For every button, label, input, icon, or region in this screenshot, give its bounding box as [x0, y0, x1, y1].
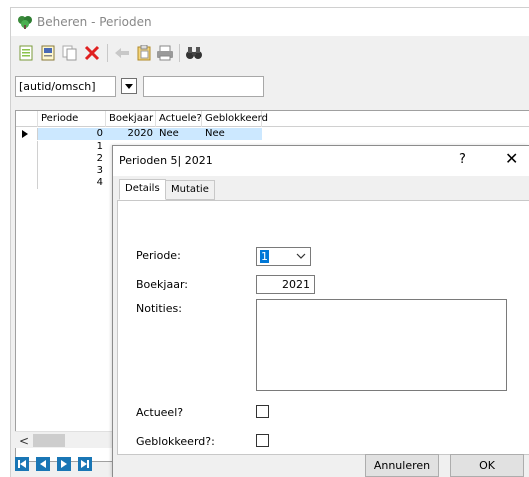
clipboard-icon[interactable] [135, 44, 153, 62]
grid-header: Periode Boekjaar Actuele? Geblokkeerd [16, 111, 529, 127]
chevron-down-icon [125, 83, 133, 89]
new-document-icon[interactable] [17, 44, 35, 62]
geblokkeerd-checkbox[interactable] [256, 434, 269, 447]
properties-icon[interactable] [39, 44, 57, 62]
notities-label: Notities: [136, 302, 182, 315]
chevron-down-icon [296, 253, 306, 259]
table-row[interactable]: 0 2020 Nee Nee [16, 128, 529, 140]
cancel-button[interactable]: Annuleren [365, 454, 439, 477]
scroll-thumb[interactable] [33, 434, 65, 447]
column-header-geblokkeerd[interactable]: Geblokkeerd [202, 111, 268, 127]
geblokkeerd-label: Geblokkeerd?: [136, 435, 215, 448]
period-dialog: Perioden 5| 2021 ? ✕ Details Mutatie Per… [112, 145, 529, 477]
actueel-checkbox[interactable] [256, 405, 269, 418]
periode-value: 1 [260, 250, 269, 263]
tab-details[interactable]: Details [119, 179, 166, 200]
periode-label: Periode: [136, 249, 181, 262]
close-button[interactable]: ✕ [505, 149, 518, 168]
filter-field-select[interactable]: [autid/omsch] [15, 76, 116, 97]
tab-mutatie[interactable]: Mutatie [165, 180, 215, 200]
print-icon[interactable] [156, 44, 174, 62]
help-button[interactable]: ? [459, 152, 466, 167]
delete-icon[interactable] [83, 44, 101, 62]
first-record-button[interactable] [15, 457, 29, 471]
last-record-button[interactable] [78, 457, 92, 471]
copy-icon[interactable] [61, 44, 79, 62]
boekjaar-input[interactable]: 2021 [256, 275, 315, 294]
cell-boekjaar: 2020 [106, 128, 156, 140]
cell-periode: 3 [96, 165, 103, 176]
tree-icon [18, 16, 32, 29]
cell-actuele: Nee [156, 128, 202, 140]
previous-record-button[interactable] [36, 457, 50, 471]
column-header-actuele[interactable]: Actuele? [156, 111, 202, 127]
first-icon [18, 460, 26, 468]
back-icon[interactable] [113, 44, 131, 62]
next-record-button[interactable] [57, 457, 71, 471]
actueel-label: Actueel? [136, 406, 184, 419]
cell-geblokkeerd: Nee [202, 128, 262, 140]
column-header-boekjaar[interactable]: Boekjaar [106, 111, 156, 127]
scroll-left-arrow[interactable]: < [17, 434, 31, 448]
details-panel: Periode: 1 Boekjaar: 2021 Notities: Actu… [117, 200, 529, 455]
current-row-indicator [16, 128, 38, 140]
dialog-body: Details Mutatie Periode: 1 Boekjaar: 202… [113, 176, 529, 477]
cell-periode: 2 [96, 153, 103, 164]
ok-button[interactable]: OK [450, 454, 524, 477]
column-header-periode[interactable]: Periode [38, 111, 106, 127]
find-icon[interactable] [185, 44, 203, 62]
notities-textarea[interactable] [256, 299, 507, 391]
previous-icon [40, 460, 46, 468]
last-icon [81, 460, 89, 468]
boekjaar-label: Boekjaar: [136, 278, 188, 291]
dialog-title: Perioden 5| 2021 [119, 154, 213, 167]
filter-dropdown-button[interactable] [121, 78, 137, 94]
cell-periode: 1 [96, 141, 103, 152]
cell-periode: 0 [38, 128, 106, 140]
window-title: Beheren - Perioden [37, 15, 152, 29]
filter-input[interactable] [143, 76, 264, 97]
toolbar [11, 36, 529, 70]
cell-periode: 4 [96, 177, 103, 188]
next-icon [61, 460, 67, 468]
periode-select[interactable]: 1 [256, 247, 311, 266]
main-title-bar: Beheren - Perioden [11, 8, 529, 36]
